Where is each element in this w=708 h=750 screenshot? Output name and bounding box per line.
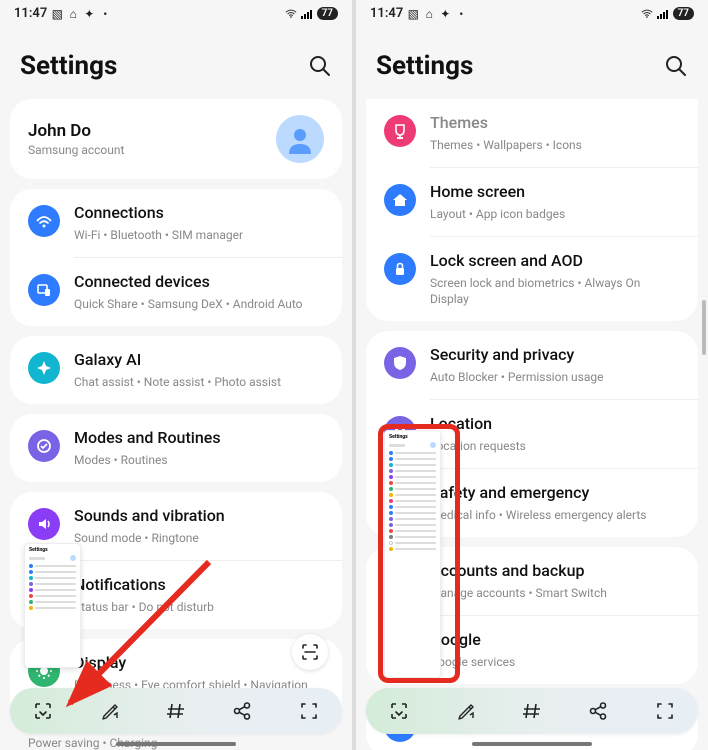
dot-status-icon: • [99, 8, 111, 20]
search-button[interactable] [308, 54, 332, 78]
account-card[interactable]: John Do Samsung account [10, 99, 342, 179]
item-title: Google [430, 630, 680, 651]
screenshot-toolbar [10, 688, 342, 734]
item-sub: Manage accounts • Smart Switch [430, 585, 680, 601]
crop-expand-button[interactable] [290, 692, 328, 730]
settings-item-themes[interactable]: Themes Themes • Wallpapers • Icons [366, 99, 698, 167]
message-status-icon: ✦ [83, 8, 95, 20]
page-header: Settings [0, 23, 352, 99]
item-sub: Themes • Wallpapers • Icons [430, 137, 680, 153]
draw-button[interactable] [447, 692, 485, 730]
settings-group: Galaxy AI Chat assist • Note assist • Pho… [10, 336, 342, 404]
item-sub: Google services [430, 654, 680, 670]
modes-icon [28, 430, 60, 462]
crop-expand-button[interactable] [646, 692, 684, 730]
item-title: Sounds and vibration [74, 506, 324, 527]
status-bar: 11:47 ▧ ⌂ ✦ • 77 [0, 0, 352, 23]
dot-status-icon: • [455, 8, 467, 20]
item-title: Home screen [430, 182, 680, 203]
item-title: Security and privacy [430, 345, 680, 366]
item-sub: Wi-Fi • Bluetooth • SIM manager [74, 227, 324, 243]
wifi-icon [28, 205, 60, 237]
account-name: John Do [28, 121, 124, 141]
item-sub: Modes • Routines [74, 452, 324, 468]
scroll-capture-button[interactable] [24, 692, 62, 730]
item-sub: Screen lock and biometrics • Always On D… [430, 275, 680, 307]
share-button[interactable] [223, 692, 261, 730]
screenshot-toolbar-r [366, 688, 698, 734]
tag-button[interactable] [513, 692, 551, 730]
page-title-r: Settings [376, 51, 473, 81]
home-status-icon: ⌂ [423, 8, 435, 20]
settings-group: Themes Themes • Wallpapers • Icons Home sc… [366, 99, 698, 321]
item-sub: Location requests [430, 438, 680, 454]
settings-item-modes[interactable]: Modes and Routines Modes • Routines [10, 414, 342, 482]
smart-select-pill[interactable] [292, 634, 328, 670]
ai-icon [28, 352, 60, 384]
lock-icon [384, 253, 416, 285]
settings-item-ai[interactable]: Galaxy AI Chat assist • Note assist • Pho… [10, 336, 342, 404]
item-sub: Auto Blocker • Permission usage [430, 369, 680, 385]
settings-item-devices[interactable]: Connected devices Quick Share • Samsung D… [10, 258, 342, 326]
share-button[interactable] [579, 692, 617, 730]
search-button-r[interactable] [664, 54, 688, 78]
gesture-bar-r [472, 742, 592, 746]
gesture-bar [116, 742, 236, 746]
devices-icon [28, 274, 60, 306]
item-sub: Quick Share • Samsung DeX • Android Auto [74, 296, 324, 312]
status-time: 11:47 [14, 6, 47, 21]
battery-status-r: 77 [673, 7, 694, 20]
item-title: Modes and Routines [74, 428, 324, 449]
home-status-icon: ⌂ [67, 8, 79, 20]
item-title: Themes [430, 113, 680, 134]
signal-status-icon [301, 8, 313, 20]
settings-item-home[interactable]: Home screen Layout • App icon badges [366, 168, 698, 236]
settings-item-wifi[interactable]: Connections Wi-Fi • Bluetooth • SIM manag… [10, 189, 342, 257]
settings-item-lock[interactable]: Lock screen and AOD Screen lock and biome… [366, 237, 698, 321]
item-sub: Medical info • Wireless emergency alerts [430, 507, 680, 523]
wifi-status-icon [285, 8, 297, 20]
status-bar-r: 11:47 ▧ ⌂ ✦ • 77 [356, 0, 708, 23]
item-sub: Status bar • Do not disturb [74, 599, 324, 615]
scroll-indicator [702, 300, 706, 355]
item-sub: Layout • App icon badges [430, 206, 680, 222]
item-title: Connected devices [74, 272, 324, 293]
item-title: Lock screen and AOD [430, 251, 680, 272]
item-title: Connections [74, 203, 324, 224]
message-status-icon: ✦ [439, 8, 451, 20]
item-title: Notifications [74, 575, 324, 596]
wifi-status-icon [641, 8, 653, 20]
screenshot-thumbnail[interactable]: Settings [24, 543, 81, 668]
themes-icon [384, 115, 416, 147]
item-title: Galaxy AI [74, 350, 324, 371]
page-title: Settings [20, 51, 117, 81]
draw-button[interactable] [91, 692, 129, 730]
home-icon [384, 184, 416, 216]
item-title: Accounts and backup [430, 561, 680, 582]
right-phone: 11:47 ▧ ⌂ ✦ • 77 Settings Themes Themes •… [356, 0, 708, 750]
status-time-r: 11:47 [370, 6, 403, 21]
left-phone: 11:47 ▧ ⌂ ✦ • 77 Settings John Do Samsun… [0, 0, 352, 750]
signal-status-icon [657, 8, 669, 20]
screenshot-thumbnail-tall[interactable]: Settings [384, 430, 441, 678]
item-sub: Chat assist • Note assist • Photo assist [74, 374, 324, 390]
account-sub: Samsung account [28, 143, 124, 157]
settings-group: Modes and Routines Modes • Routines [10, 414, 342, 482]
tag-button[interactable] [157, 692, 195, 730]
page-header-r: Settings [356, 23, 708, 99]
settings-item-shield[interactable]: Security and privacy Auto Blocker • Permi… [366, 331, 698, 399]
sound-icon [28, 508, 60, 540]
shield-icon [384, 347, 416, 379]
item-title: Display [74, 653, 324, 674]
item-title: Safety and emergency [430, 483, 680, 504]
item-sub: Sound mode • Ringtone [74, 530, 324, 546]
scroll-capture-button[interactable] [380, 692, 418, 730]
gallery-status-icon: ▧ [407, 8, 419, 20]
settings-group: Connections Wi-Fi • Bluetooth • SIM manag… [10, 189, 342, 326]
avatar [276, 115, 324, 163]
battery-status: 77 [317, 7, 338, 20]
item-title: Location [430, 414, 680, 435]
gallery-status-icon: ▧ [51, 8, 63, 20]
